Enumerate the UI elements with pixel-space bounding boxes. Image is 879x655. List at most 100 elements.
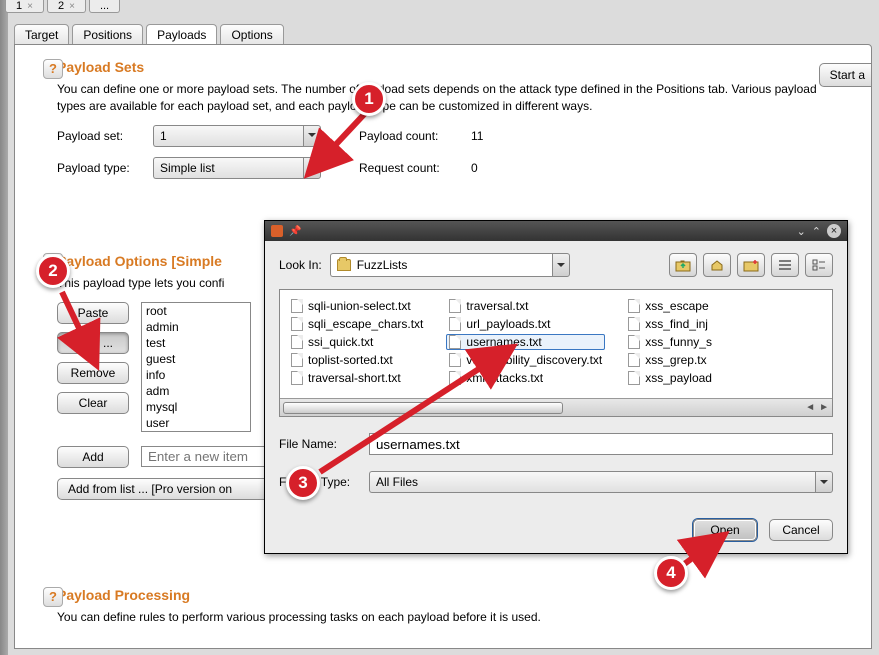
file-item-label: xss_grep.tx [645,353,706,367]
file-item[interactable]: xss_grep.tx [625,352,715,368]
tab-positions[interactable]: Positions [72,24,143,46]
file-icon [449,317,461,331]
payload-sets-desc: You can define one or more payload sets.… [57,81,817,115]
file-icon [291,371,303,385]
mini-tab-label: ... [100,0,109,12]
chevron-down-icon[interactable] [552,253,570,277]
minimize-icon[interactable]: ⌄ [797,225,806,238]
open-button[interactable]: Open [693,519,757,541]
request-count-value: 0 [471,161,478,175]
file-type-value: All Files [376,475,418,489]
file-item[interactable]: vulnerability_discovery.txt [446,352,605,368]
close-icon[interactable]: × [69,1,75,12]
scroll-left-icon[interactable]: ◄ [805,402,815,413]
file-icon [628,299,640,313]
maximize-icon[interactable]: ⌃ [812,225,821,238]
paste-button[interactable]: Paste [57,302,129,324]
add-button[interactable]: Add [57,446,129,468]
tab-options[interactable]: Options [220,24,283,46]
annotation-marker-3: 3 [286,466,320,500]
mini-tab-2[interactable]: 2× [47,0,86,13]
remove-button[interactable]: Remove [57,362,129,384]
list-view-icon[interactable] [771,253,799,277]
close-icon[interactable]: × [827,224,841,238]
up-folder-icon[interactable] [669,253,697,277]
payload-set-dropdown[interactable]: 1 [153,125,321,147]
file-icon [291,317,303,331]
file-type-dropdown[interactable]: All Files [369,471,833,493]
file-icon [291,299,303,313]
list-item[interactable]: test [142,335,250,351]
new-item-input[interactable] [141,446,281,467]
home-icon[interactable] [703,253,731,277]
file-icon [628,335,640,349]
list-item[interactable]: admin [142,319,250,335]
file-icon [449,299,461,313]
file-icon [628,353,640,367]
file-item-label: traversal-short.txt [308,371,401,385]
list-item[interactable]: info [142,367,250,383]
payload-items-list[interactable]: rootadmintestguestinfoadmmysqluser [141,302,251,432]
file-item[interactable]: sqli_escape_chars.txt [288,316,426,332]
help-icon[interactable]: ? [43,587,63,607]
file-name-input[interactable] [369,433,833,455]
file-item[interactable]: ssi_quick.txt [288,334,426,350]
file-item[interactable]: xss_escape [625,298,715,314]
payload-type-dropdown[interactable]: Simple list [153,157,321,179]
mini-tab-label: 1 [16,0,22,12]
file-item[interactable]: xss_find_inj [625,316,715,332]
chevron-down-icon[interactable] [815,471,833,493]
list-item[interactable]: adm [142,383,250,399]
window-left-edge [0,0,8,655]
file-item[interactable]: usernames.txt [446,334,605,350]
look-in-label: Look In: [279,258,322,272]
file-icon [628,317,640,331]
file-item-label: traversal.txt [466,299,528,313]
payload-type-label: Payload type: [57,161,145,175]
add-from-list-button[interactable]: Add from list ... [Pro version on [57,478,277,500]
tab-row: Target Positions Payloads Options [14,24,284,46]
file-item[interactable]: xml-attacks.txt [446,370,605,386]
dialog-titlebar[interactable]: 📌 ⌄ ⌃ × [265,221,847,241]
file-icon [291,335,303,349]
cancel-button[interactable]: Cancel [769,519,833,541]
file-list[interactable]: sqli-union-select.txt sqli_escape_chars.t… [279,289,833,417]
horizontal-scrollbar[interactable]: ◄ ► [280,398,832,416]
payload-sets-title: Payload Sets [57,59,853,75]
detail-view-icon[interactable] [805,253,833,277]
new-folder-icon[interactable] [737,253,765,277]
tab-target[interactable]: Target [14,24,69,46]
file-item[interactable]: traversal-short.txt [288,370,426,386]
file-item[interactable]: url_payloads.txt [446,316,605,332]
annotation-marker-4: 4 [654,556,688,590]
mini-tab-more[interactable]: ... [89,0,120,13]
file-item-label: sqli_escape_chars.txt [308,317,423,331]
file-item-label: ssi_quick.txt [308,335,373,349]
mini-tab-1[interactable]: 1× [5,0,44,13]
file-item-label: toplist-sorted.txt [308,353,393,367]
clear-button[interactable]: Clear [57,392,129,414]
chevron-down-icon[interactable] [303,125,321,147]
scroll-right-icon[interactable]: ► [819,402,829,413]
load-button[interactable]: Load ... [57,332,129,354]
list-item[interactable]: guest [142,351,250,367]
list-item[interactable]: root [142,303,250,319]
file-item[interactable]: xss_funny_s [625,334,715,350]
look-in-dropdown[interactable]: FuzzLists [330,253,570,277]
close-icon[interactable]: × [27,1,33,12]
help-icon[interactable]: ? [43,59,63,79]
file-item[interactable]: traversal.txt [446,298,605,314]
file-item[interactable]: sqli-union-select.txt [288,298,426,314]
scrollbar-thumb[interactable] [283,402,563,414]
list-item[interactable]: user [142,415,250,431]
mini-tab-row: 1× 2× ... [5,0,120,13]
tab-payloads[interactable]: Payloads [146,24,217,46]
file-item[interactable]: toplist-sorted.txt [288,352,426,368]
file-item-label: xss_payload [645,371,712,385]
file-icon [291,353,303,367]
list-item[interactable]: mysql [142,399,250,415]
chevron-down-icon[interactable] [303,157,321,179]
file-item[interactable]: xss_payload [625,370,715,386]
payload-type-value: Simple list [160,161,215,175]
pin-icon[interactable]: 📌 [289,226,301,237]
